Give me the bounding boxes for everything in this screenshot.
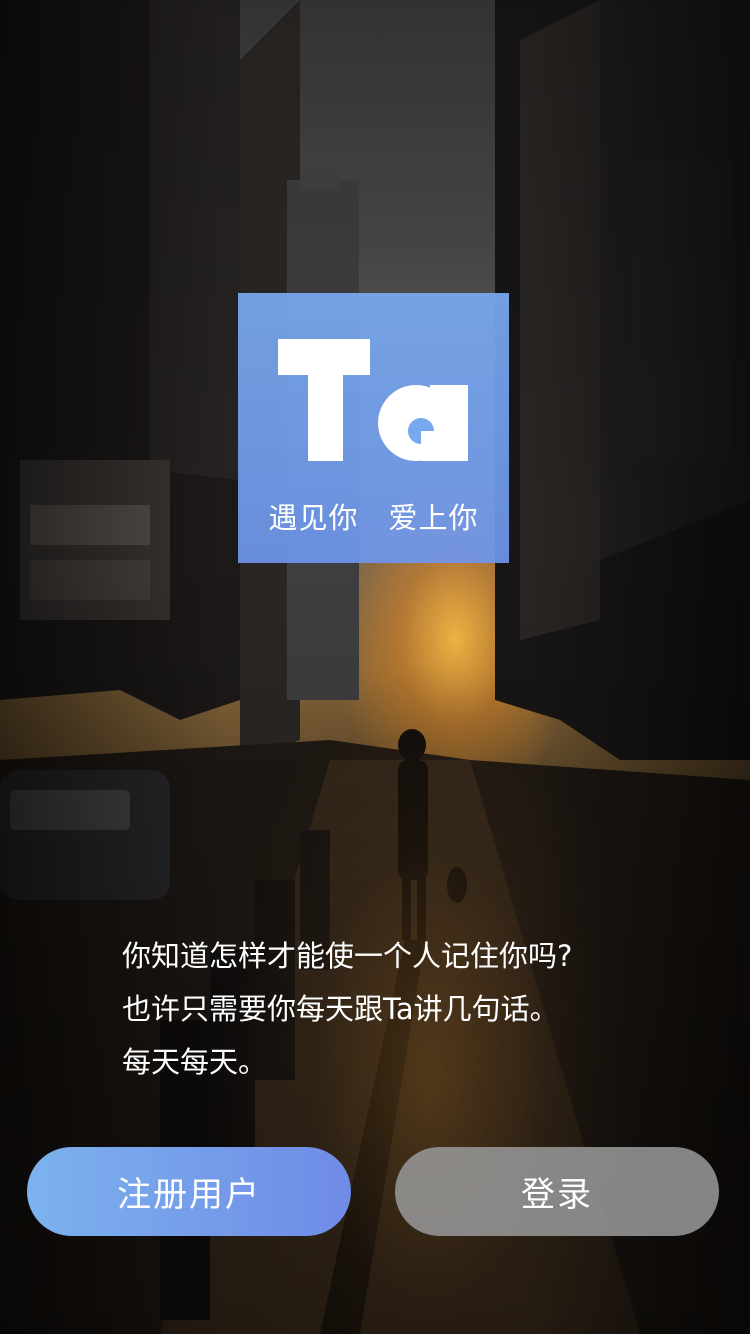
intro-line-3: 每天每天。	[122, 1045, 268, 1079]
logo-tagline: 遇见你 爱上你	[268, 501, 479, 535]
login-button[interactable]: 登录	[395, 1147, 719, 1236]
background-vignette	[0, 0, 750, 1334]
splash-screen: 遇见你 爱上你 你知道怎样才能使一个人记住你吗? 也许只需要你每天跟Ta讲几句话…	[0, 0, 750, 1334]
register-button[interactable]: 注册用户	[27, 1147, 351, 1236]
register-button-label: 注册用户	[117, 1175, 261, 1215]
intro-line-2: 也许只需要你每天跟Ta讲几句话。	[122, 992, 559, 1026]
login-button-label: 登录	[521, 1175, 593, 1215]
intro-line-1: 你知道怎样才能使一个人记住你吗?	[122, 939, 573, 973]
app-logo-card: 遇见你 爱上你	[238, 293, 509, 563]
ta-logo-mark	[278, 339, 468, 461]
intro-text: 你知道怎样才能使一个人记住你吗? 也许只需要你每天跟Ta讲几句话。 每天每天。	[122, 930, 682, 1089]
